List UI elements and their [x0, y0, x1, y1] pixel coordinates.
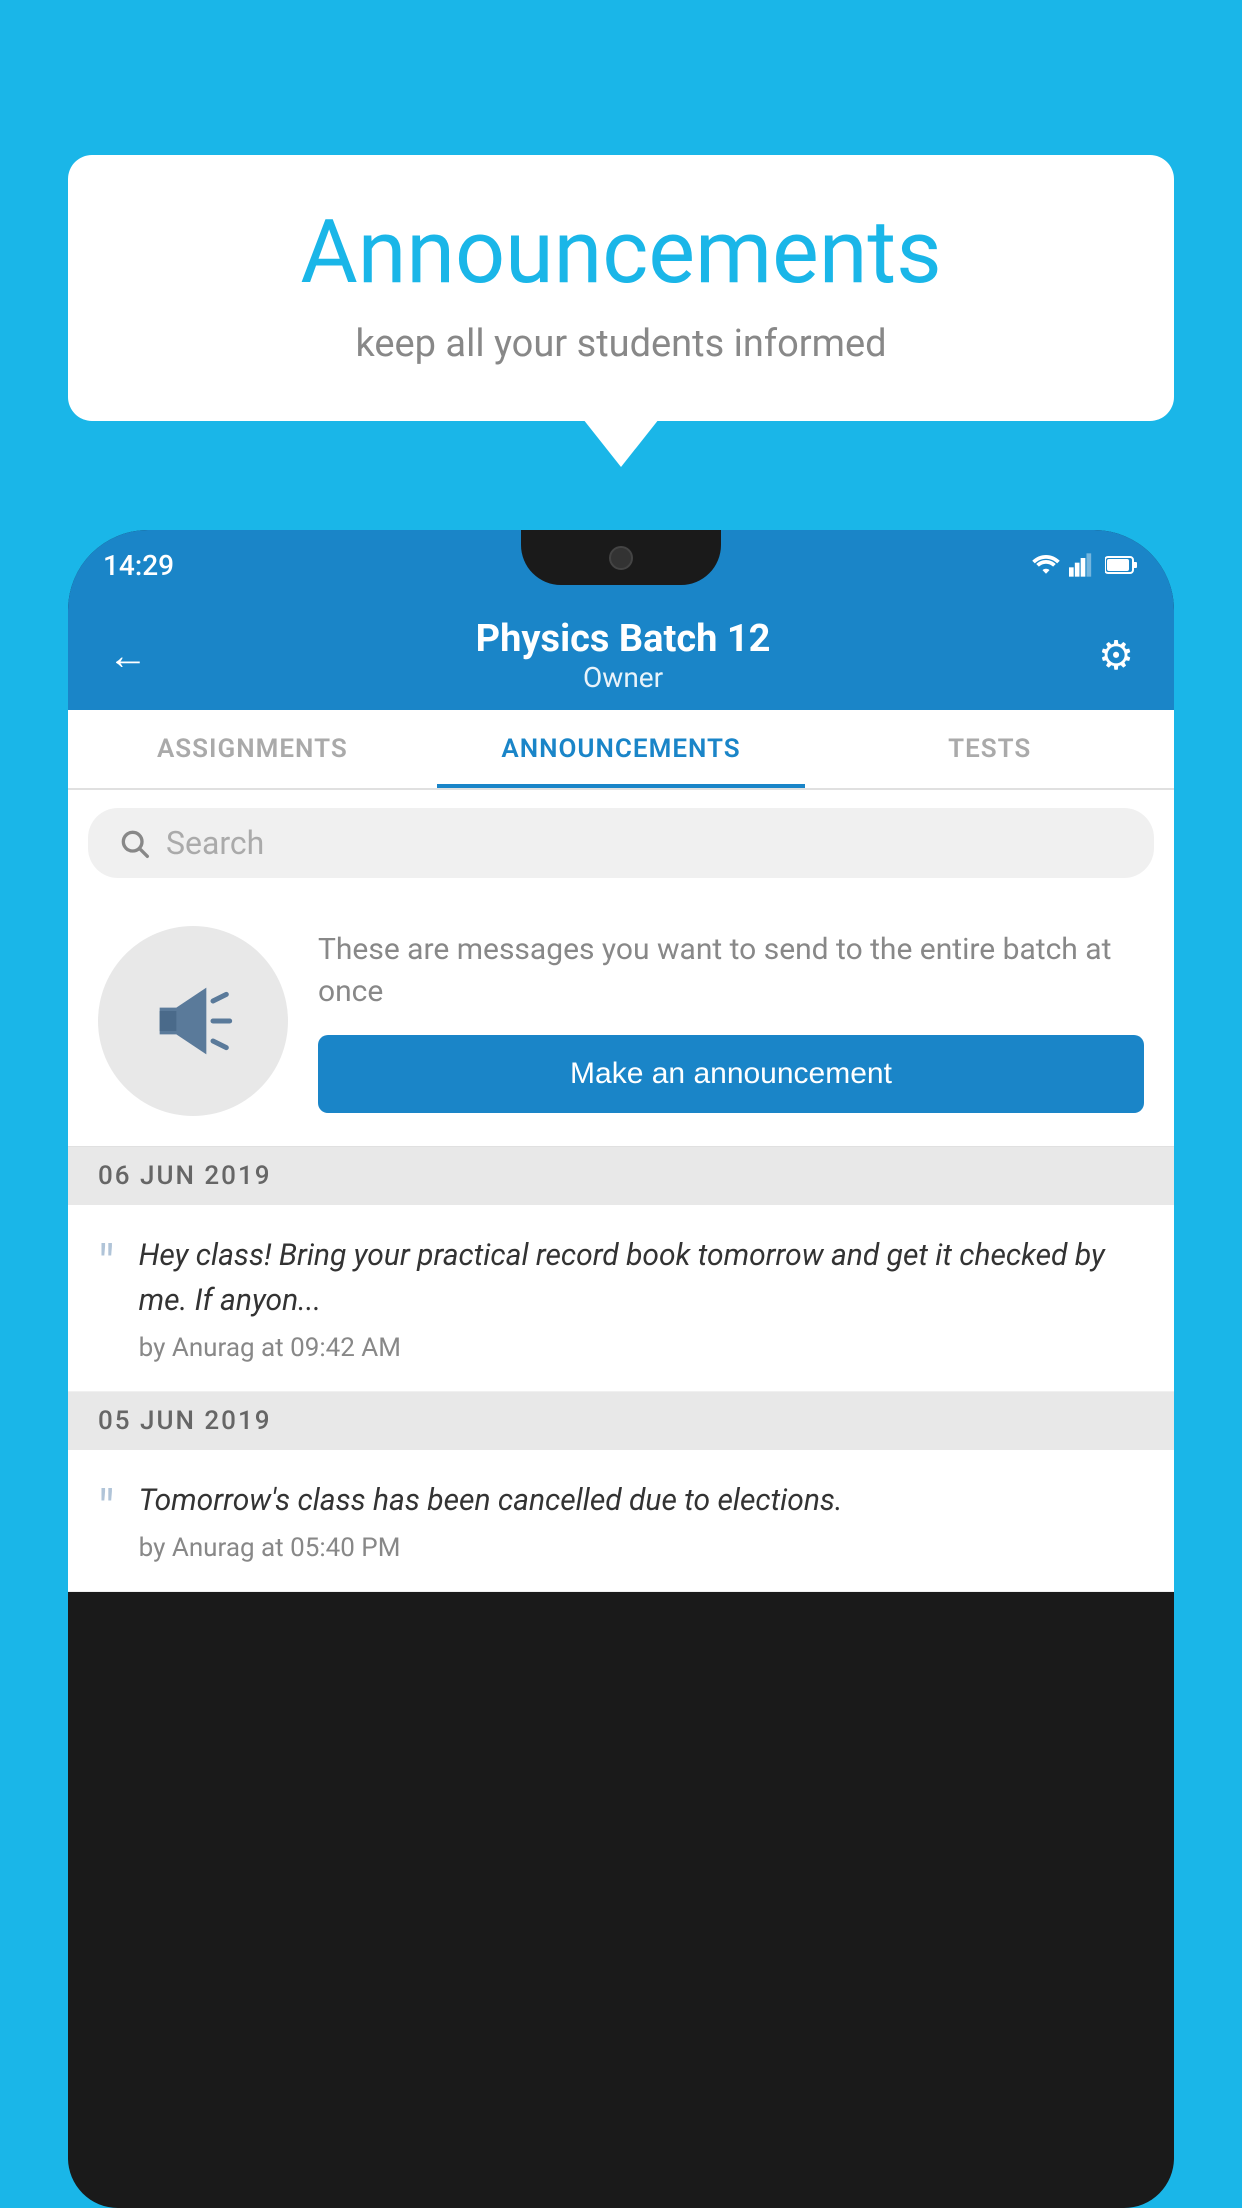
- bubble-title: Announcements: [108, 205, 1134, 302]
- tabs-bar: ASSIGNMENTS ANNOUNCEMENTS TESTS: [68, 710, 1174, 790]
- owner-label: Owner: [476, 661, 771, 694]
- wifi-icon: [1031, 553, 1061, 577]
- announcement-item-2[interactable]: " Tomorrow's class has been cancelled du…: [68, 1450, 1174, 1592]
- quote-icon-1: ": [98, 1239, 115, 1291]
- front-camera: [609, 546, 633, 570]
- announcement-meta-1: by Anurag at 09:42 AM: [139, 1333, 1144, 1363]
- phone-content: Search These are messages you want to se…: [68, 790, 1174, 1592]
- promo-section: These are messages you want to send to t…: [68, 896, 1174, 1147]
- announcement-text-1: Hey class! Bring your practical record b…: [139, 1233, 1144, 1323]
- status-time: 14:29: [103, 549, 174, 582]
- status-bar: 14:29: [68, 530, 1174, 600]
- make-announcement-button[interactable]: Make an announcement: [318, 1035, 1144, 1113]
- header-title-container: Physics Batch 12 Owner: [476, 617, 771, 694]
- date-divider-1: 06 JUN 2019: [68, 1147, 1174, 1205]
- speech-bubble-container: Announcements keep all your students inf…: [68, 155, 1174, 421]
- promo-icon-circle: [98, 926, 288, 1116]
- announcement-text-container-1: Hey class! Bring your practical record b…: [139, 1233, 1144, 1363]
- announcement-text-2: Tomorrow's class has been cancelled due …: [139, 1478, 1144, 1523]
- signal-icon: [1069, 553, 1097, 577]
- promo-description: These are messages you want to send to t…: [318, 929, 1144, 1013]
- gear-icon[interactable]: ⚙: [1088, 622, 1144, 689]
- tab-assignments[interactable]: ASSIGNMENTS: [68, 710, 437, 788]
- status-icons: [1031, 553, 1139, 577]
- tab-tests[interactable]: TESTS: [805, 710, 1174, 788]
- bubble-subtitle: keep all your students informed: [108, 322, 1134, 366]
- search-icon: [118, 827, 150, 859]
- search-placeholder: Search: [166, 824, 264, 862]
- battery-icon: [1105, 553, 1139, 577]
- announcement-item-1[interactable]: " Hey class! Bring your practical record…: [68, 1205, 1174, 1392]
- search-container: Search: [68, 790, 1174, 896]
- app-header: ← Physics Batch 12 Owner ⚙: [68, 600, 1174, 710]
- batch-title: Physics Batch 12: [476, 617, 771, 661]
- megaphone-icon: [143, 971, 243, 1071]
- speech-bubble: Announcements keep all your students inf…: [68, 155, 1174, 421]
- phone-notch: [521, 530, 721, 585]
- phone-frame: 14:29: [68, 530, 1174, 2208]
- date-divider-2: 05 JUN 2019: [68, 1392, 1174, 1450]
- back-button[interactable]: ←: [98, 622, 158, 689]
- announcement-meta-2: by Anurag at 05:40 PM: [139, 1533, 1144, 1563]
- promo-right: These are messages you want to send to t…: [318, 929, 1144, 1113]
- tab-announcements[interactable]: ANNOUNCEMENTS: [437, 710, 806, 788]
- quote-icon-2: ": [98, 1484, 115, 1536]
- search-bar[interactable]: Search: [88, 808, 1154, 878]
- announcement-text-container-2: Tomorrow's class has been cancelled due …: [139, 1478, 1144, 1563]
